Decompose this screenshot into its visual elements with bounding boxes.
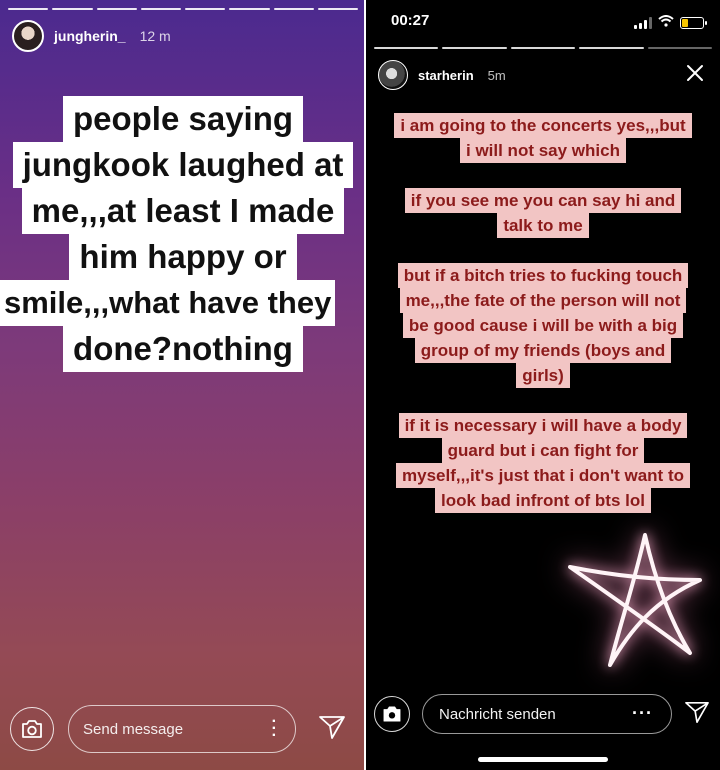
vertical-dots-icon[interactable]: · · · [272, 714, 277, 744]
story-text-line: me,,,at least I made [21, 188, 345, 234]
story-text-line: girls) [516, 363, 570, 388]
story-text-line: but if a bitch tries to fucking touch [397, 263, 689, 288]
status-bar: 00:27 [366, 12, 720, 32]
story-text-line: him happy or [69, 234, 297, 280]
close-icon[interactable] [686, 64, 704, 87]
story-text: people saying jungkook laughed at me,,,a… [0, 96, 366, 372]
story-paragraph: but if a bitch tries to fucking touch me… [366, 263, 720, 388]
send-message-placeholder: Nachricht senden [439, 705, 556, 723]
avatar[interactable] [12, 20, 44, 52]
story-progress-bar [374, 47, 713, 49]
story-text-line: if you see me you can say hi and [404, 188, 682, 213]
clock: 00:27 [391, 12, 430, 29]
story-paragraph: if you see me you can say hi and talk to… [366, 188, 720, 238]
story-text-line: i am going to the concerts yes,,,but [394, 113, 692, 138]
reply-bar: Nachricht senden ··· [374, 692, 712, 736]
camera-icon[interactable] [374, 696, 410, 732]
story-paragraph: i am going to the concerts yes,,,but i w… [366, 113, 720, 163]
story-text-line: done?nothing [63, 326, 303, 372]
home-indicator[interactable] [478, 757, 608, 762]
story-text-line: guard but i can fight for [441, 438, 645, 463]
story-text-line: talk to me [497, 213, 589, 238]
username[interactable]: starherin [418, 68, 474, 83]
paper-plane-icon[interactable] [318, 714, 346, 745]
story-text-line: people saying [62, 96, 304, 142]
horizontal-dots-icon[interactable]: ··· [632, 703, 653, 724]
avatar[interactable] [378, 60, 408, 90]
signal-icon [634, 17, 652, 29]
story-text-line: myself,,,it's just that i don't want to [396, 463, 690, 488]
story-text-line: be good cause i will be with a big [402, 313, 684, 338]
story-text-line: i will not say which [460, 138, 626, 163]
post-time: 12 m [139, 28, 171, 44]
wifi-icon [658, 14, 674, 32]
story-header: starherin 5m [378, 60, 506, 90]
story-text-line: if it is necessary i will have a body [398, 413, 688, 438]
reply-bar: Send message · · · [10, 704, 356, 754]
post-time: 5m [487, 67, 506, 83]
right-story: 00:27 starherin 5m i am going to the con… [366, 0, 720, 770]
star-doodle-sticker [550, 525, 710, 675]
send-message-input[interactable]: Send message · · · [68, 705, 296, 753]
story-text-line: group of my friends (boys and [414, 338, 672, 363]
story-header: jungherin_ 12 m [12, 20, 171, 52]
camera-icon[interactable] [10, 707, 54, 751]
username[interactable]: jungherin_ [54, 28, 126, 44]
paper-plane-icon[interactable] [684, 700, 710, 729]
story-text-line: smile,,,what have they [0, 280, 336, 326]
story-text-line: jungkook laughed at [12, 142, 354, 188]
story-progress-bar [8, 8, 358, 10]
story-text-line: look bad infront of bts lol [435, 488, 651, 513]
battery-icon [680, 17, 707, 29]
story-paragraph: if it is necessary i will have a body gu… [366, 413, 720, 513]
left-story: jungherin_ 12 m people saying jungkook l… [0, 0, 366, 770]
story-text-line: me,,,the fate of the person will not [399, 288, 687, 313]
send-message-input[interactable]: Nachricht senden ··· [422, 694, 672, 734]
send-message-placeholder: Send message [83, 720, 184, 738]
